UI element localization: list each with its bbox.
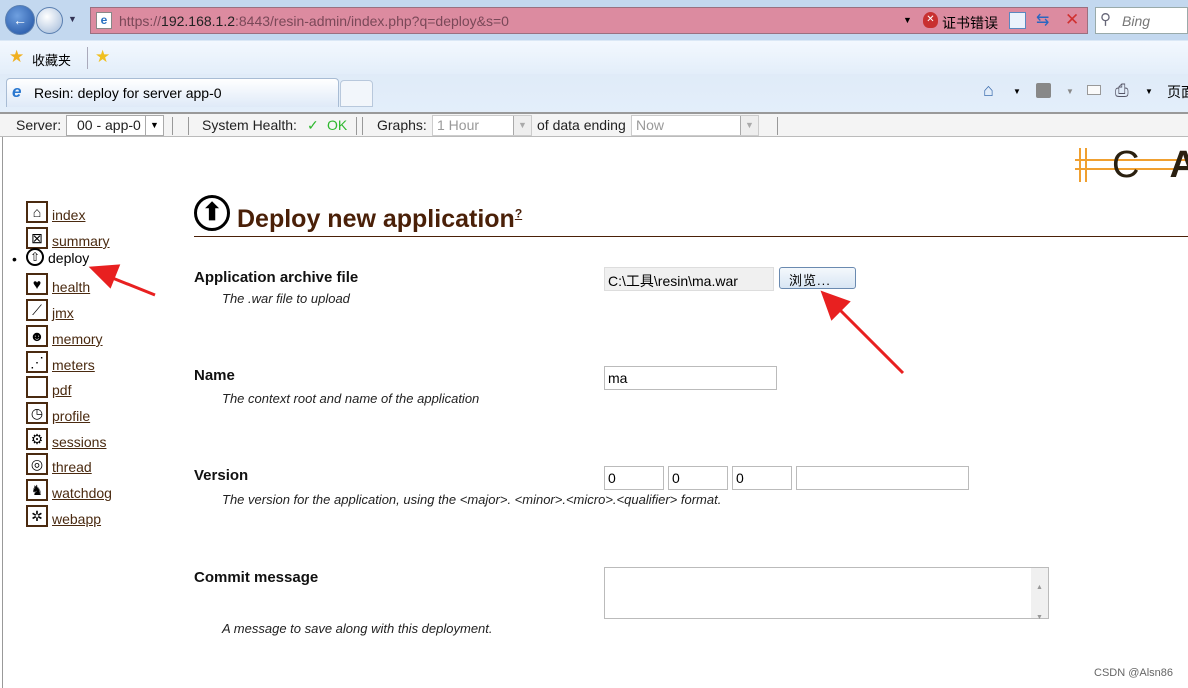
annotation-arrows: [88, 264, 905, 375]
arrow-head: [88, 264, 121, 289]
arrow-to-browse: [833, 303, 905, 375]
watermark: CSDN @Alsn86: [1094, 667, 1174, 679]
